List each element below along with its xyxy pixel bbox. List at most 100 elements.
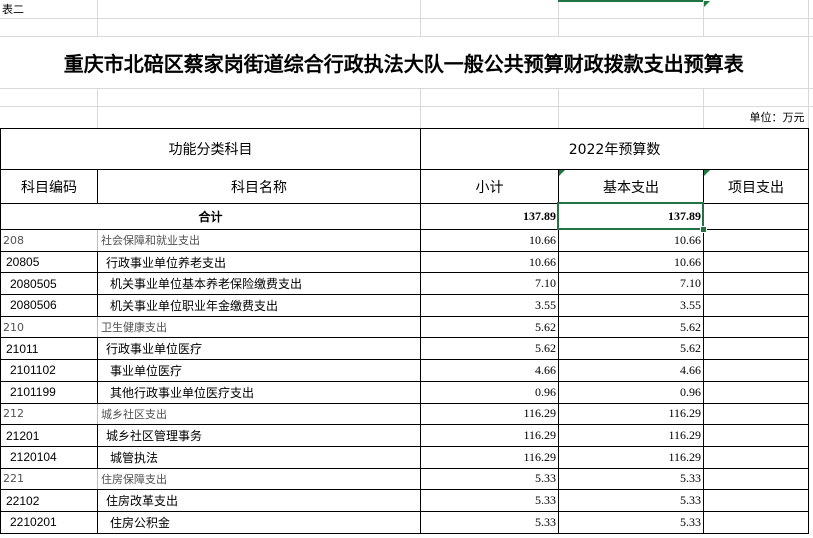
row-basic-cell[interactable]: 5.33 xyxy=(558,510,704,534)
row-project-cell[interactable] xyxy=(702,489,810,512)
row-name-cell[interactable]: 其他行政事业单位医疗支出 xyxy=(97,380,421,404)
row-code-cell[interactable]: 21011 xyxy=(0,337,98,361)
row-basic-cell[interactable]: 116.29 xyxy=(558,402,704,426)
unit-label-cell[interactable]: 单位：万元 xyxy=(702,105,809,128)
row-basic-cell[interactable]: 5.62 xyxy=(558,337,704,361)
row-project-cell[interactable] xyxy=(702,402,810,426)
empty-cell[interactable] xyxy=(702,17,809,37)
row-name-cell[interactable]: 城乡社区管理事务 xyxy=(97,424,421,447)
row-subtotal-cell[interactable]: 7.10 xyxy=(420,272,559,296)
row-subtotal-cell[interactable]: 5.33 xyxy=(420,510,559,534)
column-header-basic[interactable]: 基本支出 xyxy=(558,169,704,204)
empty-cell[interactable] xyxy=(807,105,813,128)
row-code-cell[interactable]: 212 xyxy=(0,402,98,426)
row-name-cell[interactable]: 行政事业单位医疗 xyxy=(97,337,421,361)
row-code-cell[interactable]: 20805 xyxy=(0,250,98,274)
row-project-cell[interactable] xyxy=(702,294,810,317)
empty-cell[interactable] xyxy=(557,105,704,128)
empty-cell[interactable] xyxy=(419,87,559,107)
empty-cell[interactable] xyxy=(419,17,559,37)
row-subtotal-cell[interactable]: 5.62 xyxy=(420,315,559,339)
row-subtotal-cell[interactable]: 5.33 xyxy=(420,467,559,491)
row-subtotal-cell[interactable]: 0.96 xyxy=(420,380,559,404)
row-subtotal-cell[interactable]: 10.66 xyxy=(420,229,559,252)
row-project-cell[interactable] xyxy=(702,359,810,382)
sheet-label-cell[interactable]: 表二 xyxy=(0,0,98,19)
row-code-cell[interactable]: 2101199 xyxy=(0,380,98,404)
empty-cell[interactable] xyxy=(0,105,98,128)
empty-cell[interactable] xyxy=(807,35,813,89)
column-header-name[interactable]: 科目名称 xyxy=(97,169,421,204)
row-subtotal-cell[interactable]: 5.62 xyxy=(420,337,559,361)
row-basic-cell[interactable]: 116.29 xyxy=(558,424,704,447)
report-title-cell[interactable]: 重庆市北碚区蔡家岗街道综合行政执法大队一般公共预算财政拨款支出预算表 xyxy=(0,35,809,89)
row-project-cell[interactable] xyxy=(702,380,810,404)
column-header-project[interactable]: 项目支出 xyxy=(702,169,810,204)
empty-cell[interactable] xyxy=(807,0,813,19)
row-basic-cell[interactable]: 10.66 xyxy=(558,250,704,274)
row-basic-cell[interactable]: 5.33 xyxy=(558,467,704,491)
row-basic-cell[interactable]: 5.33 xyxy=(558,489,704,512)
row-name-cell[interactable]: 住房公积金 xyxy=(97,510,421,534)
row-subtotal-cell[interactable]: 10.66 xyxy=(420,250,559,274)
row-project-cell[interactable] xyxy=(702,250,810,274)
header-functional-category[interactable]: 功能分类科目 xyxy=(0,128,421,170)
row-basic-cell[interactable]: 10.66 xyxy=(558,229,704,252)
row-project-cell[interactable] xyxy=(702,229,810,252)
empty-cell[interactable] xyxy=(557,0,704,19)
row-name-cell[interactable]: 社会保障和就业支出 xyxy=(97,229,421,252)
row-name-cell[interactable]: 住房保障支出 xyxy=(97,467,421,491)
row-name-cell[interactable]: 机关事业单位基本养老保险缴费支出 xyxy=(97,272,421,296)
row-code-cell[interactable]: 210 xyxy=(0,315,98,339)
total-project-cell[interactable] xyxy=(702,203,810,230)
row-name-cell[interactable]: 行政事业单位养老支出 xyxy=(97,250,421,274)
empty-cell[interactable] xyxy=(0,87,98,107)
header-budget-year[interactable]: 2022年预算数 xyxy=(419,128,810,170)
empty-cell[interactable] xyxy=(419,0,559,19)
total-basic-cell[interactable]: 137.89 xyxy=(558,203,704,230)
empty-cell[interactable] xyxy=(557,87,704,107)
row-code-cell[interactable]: 2101102 xyxy=(0,359,98,382)
row-name-cell[interactable]: 卫生健康支出 xyxy=(97,315,421,339)
row-project-cell[interactable] xyxy=(702,337,810,361)
row-basic-cell[interactable]: 3.55 xyxy=(558,294,704,317)
row-subtotal-cell[interactable]: 3.55 xyxy=(420,294,559,317)
row-name-cell[interactable]: 城管执法 xyxy=(97,445,421,469)
row-name-cell[interactable]: 住房改革支出 xyxy=(97,489,421,512)
empty-cell[interactable] xyxy=(702,87,809,107)
total-subtotal-cell[interactable]: 137.89 xyxy=(420,203,559,230)
empty-cell[interactable] xyxy=(96,87,421,107)
row-code-cell[interactable]: 208 xyxy=(0,229,98,252)
row-basic-cell[interactable]: 5.62 xyxy=(558,315,704,339)
empty-cell[interactable] xyxy=(807,17,813,37)
row-code-cell[interactable]: 2080506 xyxy=(0,294,98,317)
row-project-cell[interactable] xyxy=(702,424,810,447)
row-basic-cell[interactable]: 4.66 xyxy=(558,359,704,382)
row-code-cell[interactable]: 2210201 xyxy=(0,510,98,534)
row-project-cell[interactable] xyxy=(702,272,810,296)
empty-cell[interactable] xyxy=(702,0,809,19)
empty-cell[interactable] xyxy=(96,17,421,37)
row-subtotal-cell[interactable]: 116.29 xyxy=(420,424,559,447)
empty-cell[interactable] xyxy=(419,105,559,128)
empty-cell[interactable] xyxy=(0,17,98,37)
row-name-cell[interactable]: 事业单位医疗 xyxy=(97,359,421,382)
row-project-cell[interactable] xyxy=(702,315,810,339)
empty-cell[interactable] xyxy=(96,105,421,128)
row-subtotal-cell[interactable]: 116.29 xyxy=(420,445,559,469)
row-code-cell[interactable]: 21201 xyxy=(0,424,98,447)
row-basic-cell[interactable]: 7.10 xyxy=(558,272,704,296)
row-code-cell[interactable]: 2120104 xyxy=(0,445,98,469)
row-project-cell[interactable] xyxy=(702,445,810,469)
row-name-cell[interactable]: 机关事业单位职业年金缴费支出 xyxy=(97,294,421,317)
empty-cell[interactable] xyxy=(96,0,421,19)
row-code-cell[interactable]: 22102 xyxy=(0,489,98,512)
row-project-cell[interactable] xyxy=(702,510,810,534)
fill-handle[interactable] xyxy=(700,226,707,233)
row-basic-cell[interactable]: 116.29 xyxy=(558,445,704,469)
row-project-cell[interactable] xyxy=(702,467,810,491)
row-name-cell[interactable]: 城乡社区支出 xyxy=(97,402,421,426)
empty-cell[interactable] xyxy=(807,87,813,107)
row-subtotal-cell[interactable]: 5.33 xyxy=(420,489,559,512)
row-code-cell[interactable]: 2080505 xyxy=(0,272,98,296)
